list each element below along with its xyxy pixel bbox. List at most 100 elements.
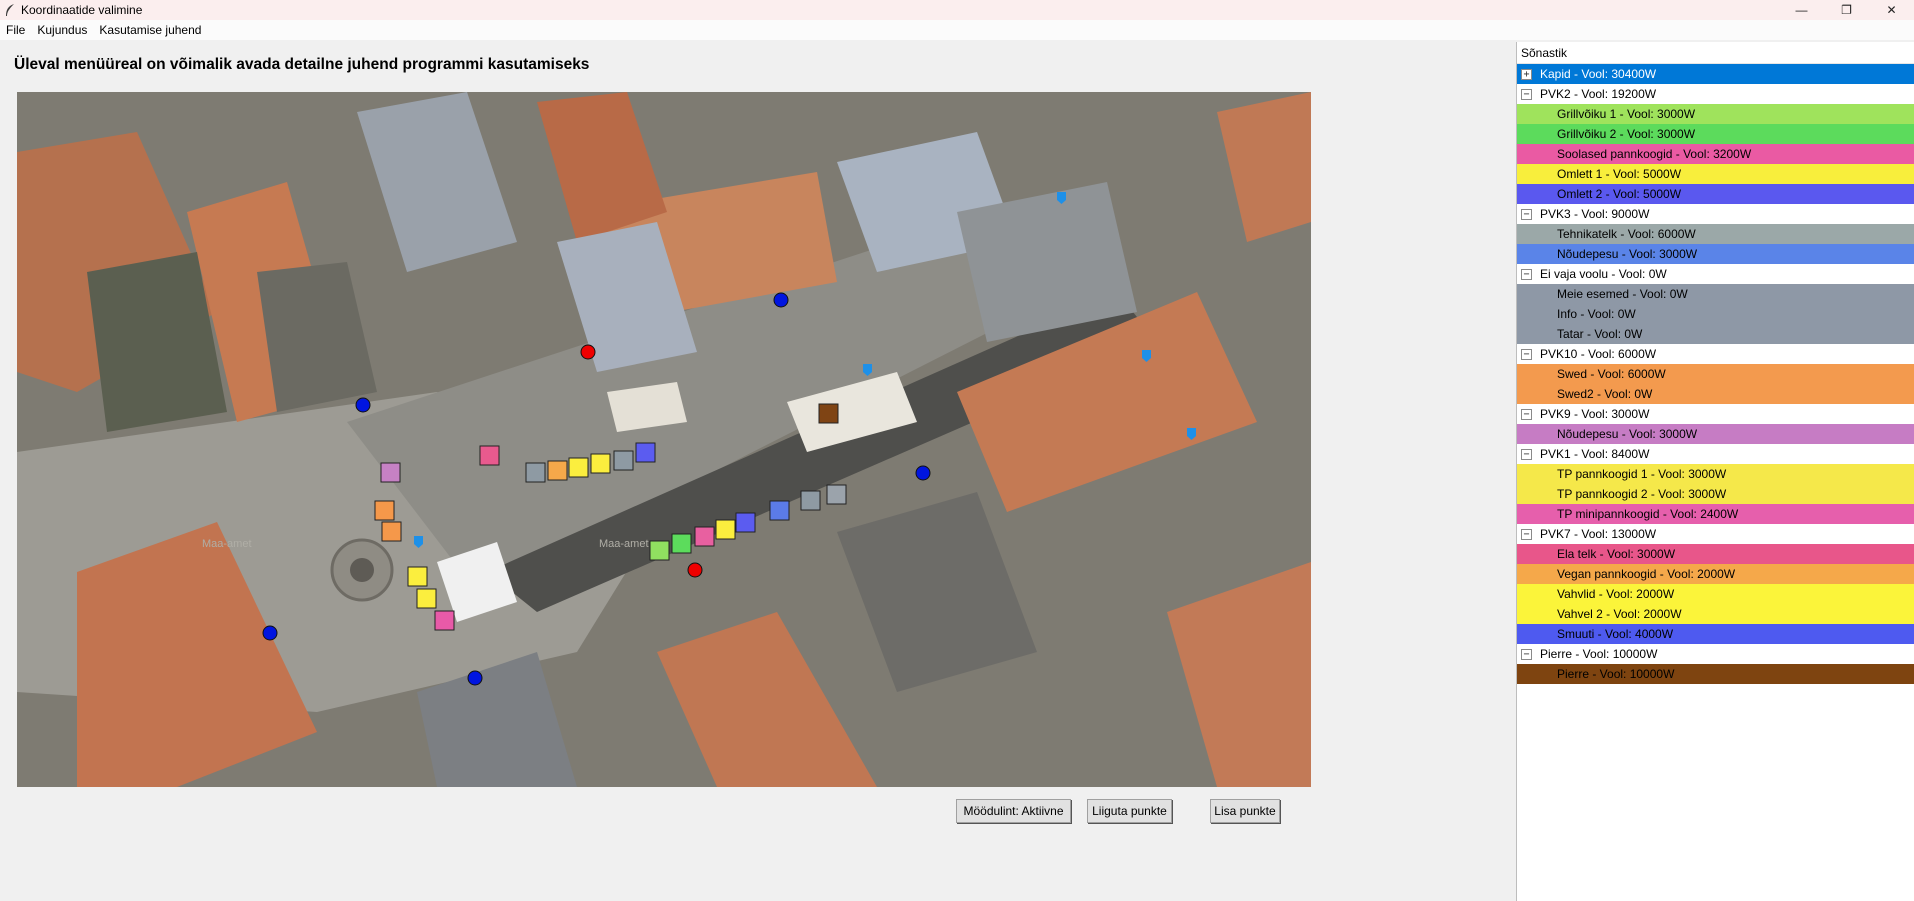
tree-row-label: Vahvlid - Vool: 2000W bbox=[1557, 587, 1675, 601]
tree-item-row[interactable]: Vegan pannkoogid - Vool: 2000W bbox=[1517, 564, 1914, 584]
tree-item-row[interactable]: Tatar - Vool: 0W bbox=[1517, 324, 1914, 344]
tree-row-label: PVK10 - Vool: 6000W bbox=[1540, 347, 1657, 361]
placed-square-marker[interactable] bbox=[649, 540, 670, 561]
collapse-icon[interactable]: − bbox=[1521, 448, 1532, 460]
collapse-icon[interactable]: − bbox=[1521, 528, 1532, 540]
collapse-icon[interactable]: − bbox=[1521, 88, 1532, 100]
move-points-button[interactable]: Liiguta punkte bbox=[1087, 799, 1172, 823]
minimize-button[interactable]: — bbox=[1779, 0, 1824, 20]
tree-item-row[interactable]: Omlett 1 - Vool: 5000W bbox=[1517, 164, 1914, 184]
title-bar: Koordinaatide valimine — ❐ ✕ bbox=[0, 0, 1914, 20]
placed-square-marker[interactable] bbox=[635, 442, 656, 463]
placed-square-marker[interactable] bbox=[613, 450, 634, 471]
map-canvas[interactable]: Maa-amet Maa-amet bbox=[17, 92, 1311, 787]
feather-icon bbox=[3, 3, 17, 17]
tree-item-row[interactable]: Grillvõiku 2 - Vool: 3000W bbox=[1517, 124, 1914, 144]
placed-square-marker[interactable] bbox=[434, 610, 455, 631]
expand-icon[interactable]: + bbox=[1521, 68, 1532, 80]
tree-item-row[interactable]: Tehnikatelk - Vool: 6000W bbox=[1517, 224, 1914, 244]
point-marker[interactable] bbox=[687, 562, 703, 578]
point-marker[interactable] bbox=[467, 670, 483, 686]
tree-group-row[interactable]: − Ei vaja voolu - Vool: 0W bbox=[1517, 264, 1914, 284]
point-marker[interactable] bbox=[773, 292, 789, 308]
tree-group-row[interactable]: − PVK1 - Vool: 8400W bbox=[1517, 444, 1914, 464]
tree-group-row[interactable]: − PVK10 - Vool: 6000W bbox=[1517, 344, 1914, 364]
window-title: Koordinaatide valimine bbox=[21, 3, 143, 17]
tree-item-row[interactable]: Swed - Vool: 6000W bbox=[1517, 364, 1914, 384]
placed-square-marker[interactable] bbox=[671, 533, 692, 554]
placed-square-marker[interactable] bbox=[407, 566, 428, 587]
placed-square-marker[interactable] bbox=[818, 403, 839, 424]
placed-square-marker[interactable] bbox=[715, 519, 736, 540]
measure-tape-button[interactable]: Möödulint: Aktiivne bbox=[956, 799, 1071, 823]
placed-square-marker[interactable] bbox=[374, 500, 395, 521]
tree-item-row[interactable]: TP pannkoogid 1 - Vool: 3000W bbox=[1517, 464, 1914, 484]
tree-item-row[interactable]: Meie esemed - Vool: 0W bbox=[1517, 284, 1914, 304]
point-marker[interactable] bbox=[580, 344, 596, 360]
menu-kujundus[interactable]: Kujundus bbox=[31, 23, 93, 37]
point-marker[interactable] bbox=[915, 465, 931, 481]
tree-item-row[interactable]: TP pannkoogid 2 - Vool: 3000W bbox=[1517, 484, 1914, 504]
placed-square-marker[interactable] bbox=[547, 460, 568, 481]
dictionary-tree: + Kapid - Vool: 30400W − PVK2 - Vool: 19200… bbox=[1517, 64, 1914, 684]
placed-square-marker[interactable] bbox=[380, 462, 401, 483]
tree-item-row[interactable]: Nõudepesu - Vool: 3000W bbox=[1517, 244, 1914, 264]
tree-item-row[interactable]: Pierre - Vool: 10000W bbox=[1517, 664, 1914, 684]
panel-header: Sõnastik bbox=[1517, 42, 1914, 64]
tree-item-row[interactable]: Grillvõiku 1 - Vool: 3000W bbox=[1517, 104, 1914, 124]
close-button[interactable]: ✕ bbox=[1869, 0, 1914, 20]
placed-square-marker[interactable] bbox=[381, 521, 402, 542]
placed-square-marker[interactable] bbox=[769, 500, 790, 521]
placed-square-marker[interactable] bbox=[479, 445, 500, 466]
tree-item-row[interactable]: Vahvlid - Vool: 2000W bbox=[1517, 584, 1914, 604]
placed-square-marker[interactable] bbox=[590, 453, 611, 474]
point-marker[interactable] bbox=[262, 625, 278, 641]
collapse-icon[interactable]: − bbox=[1521, 408, 1532, 420]
add-points-button[interactable]: Lisa punkte bbox=[1210, 799, 1280, 823]
tree-row-label: Swed - Vool: 6000W bbox=[1557, 367, 1666, 381]
window-controls: — ❐ ✕ bbox=[1779, 0, 1914, 20]
tree-row-label: Pierre - Vool: 10000W bbox=[1557, 667, 1675, 681]
tree-item-row[interactable]: TP minipannkoogid - Vool: 2400W bbox=[1517, 504, 1914, 524]
placed-square-marker[interactable] bbox=[416, 588, 437, 609]
placed-square-marker[interactable] bbox=[800, 490, 821, 511]
aerial-map[interactable]: Maa-amet Maa-amet bbox=[17, 92, 1311, 787]
tree-row-label: TP minipannkoogid - Vool: 2400W bbox=[1557, 507, 1739, 521]
tree-row-label: PVK3 - Vool: 9000W bbox=[1540, 207, 1650, 221]
tree-group-row[interactable]: − PVK3 - Vool: 9000W bbox=[1517, 204, 1914, 224]
menu-file[interactable]: File bbox=[0, 23, 31, 37]
dictionary-panel: Sõnastik + Kapid - Vool: 30400W − PVK2 - Vo… bbox=[1516, 42, 1914, 901]
maximize-button[interactable]: ❐ bbox=[1824, 0, 1869, 20]
tree-row-label: Tatar - Vool: 0W bbox=[1557, 327, 1643, 341]
menu-kasutamise-juhend[interactable]: Kasutamise juhend bbox=[93, 23, 207, 37]
tree-row-label: Smuuti - Vool: 4000W bbox=[1557, 627, 1674, 641]
tree-item-row[interactable]: Smuuti - Vool: 4000W bbox=[1517, 624, 1914, 644]
tree-row-label: Ela telk - Vool: 3000W bbox=[1557, 547, 1676, 561]
tree-group-row[interactable]: − PVK7 - Vool: 13000W bbox=[1517, 524, 1914, 544]
map-watermark: Maa-amet bbox=[202, 538, 252, 550]
tree-group-row[interactable]: − Pierre - Vool: 10000W bbox=[1517, 644, 1914, 664]
placed-square-marker[interactable] bbox=[525, 462, 546, 483]
placed-square-marker[interactable] bbox=[568, 457, 589, 478]
collapse-icon[interactable]: − bbox=[1521, 648, 1532, 660]
placed-square-marker[interactable] bbox=[735, 512, 756, 533]
tree-item-row[interactable]: Info - Vool: 0W bbox=[1517, 304, 1914, 324]
placed-square-marker[interactable] bbox=[694, 526, 715, 547]
menu-bar: File Kujundus Kasutamise juhend bbox=[0, 20, 1914, 40]
tree-item-row[interactable]: Omlett 2 - Vool: 5000W bbox=[1517, 184, 1914, 204]
tree-item-row[interactable]: Soolased pannkoogid - Vool: 3200W bbox=[1517, 144, 1914, 164]
collapse-icon[interactable]: − bbox=[1521, 208, 1532, 220]
tree-group-row[interactable]: − PVK2 - Vool: 19200W bbox=[1517, 84, 1914, 104]
tree-item-row[interactable]: Vahvel 2 - Vool: 2000W bbox=[1517, 604, 1914, 624]
tree-item-row[interactable]: Ela telk - Vool: 3000W bbox=[1517, 544, 1914, 564]
tree-item-row[interactable]: Nõudepesu - Vool: 3000W bbox=[1517, 424, 1914, 444]
collapse-icon[interactable]: − bbox=[1521, 348, 1532, 360]
tree-row-label: Nõudepesu - Vool: 3000W bbox=[1557, 247, 1698, 261]
tree-group-row[interactable]: + Kapid - Vool: 30400W bbox=[1517, 64, 1914, 84]
point-marker[interactable] bbox=[355, 397, 371, 413]
tree-item-row[interactable]: Swed2 - Vool: 0W bbox=[1517, 384, 1914, 404]
page-heading: Üleval menüüreal on võimalik avada detai… bbox=[14, 56, 590, 73]
collapse-icon[interactable]: − bbox=[1521, 268, 1532, 280]
tree-group-row[interactable]: − PVK9 - Vool: 3000W bbox=[1517, 404, 1914, 424]
placed-square-marker[interactable] bbox=[826, 484, 847, 505]
